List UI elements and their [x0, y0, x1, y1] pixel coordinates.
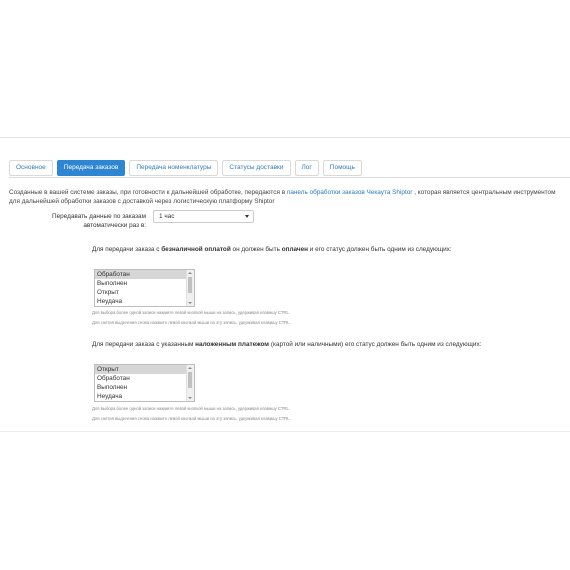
cashless-status-listbox[interactable]: Обработан Выполнен Открыт Неудача [94, 269, 195, 307]
scroll-down-icon[interactable] [188, 397, 192, 399]
tab-nomenclature-transfer[interactable]: Передача номенклатуры [129, 160, 219, 176]
cashless-hint-select: Для выбора более одной записи нажмите ле… [92, 310, 291, 315]
cashless-hint-deselect: Для снятия выделения снова нажмите левой… [92, 320, 291, 325]
cod-status-listbox[interactable]: Открыт Обработан Выполнен Неудача [94, 364, 195, 402]
tab-delivery-statuses[interactable]: Статусы доставки [222, 160, 291, 176]
cod-hint-deselect: Для снятия выделения снова нажмите левой… [92, 416, 291, 421]
description-text: Созданные в вашей системе заказы, при го… [9, 188, 565, 206]
cashless-text-3: и его статус должен быть одним из следую… [308, 246, 452, 253]
list-item[interactable]: Неудача [95, 392, 187, 401]
tab-help[interactable]: Помощь [322, 160, 362, 176]
tab-basic[interactable]: Основное [9, 160, 53, 176]
tab-bar: Основное Передача заказов Передача номен… [9, 160, 362, 176]
list-item[interactable]: Выполнен [95, 383, 187, 392]
panel-divider [0, 431, 570, 432]
list-item[interactable]: Открыт [95, 365, 187, 374]
transfer-interval-select[interactable]: 1 час [153, 210, 254, 223]
cashless-bold-paid: оплачен [281, 246, 309, 253]
list-item[interactable]: Открыт [95, 288, 187, 297]
list-item[interactable]: Выполнен [95, 279, 187, 288]
scroll-up-icon[interactable] [188, 367, 192, 369]
cashless-text-1: Для передачи заказа с [92, 246, 162, 253]
scrollbar[interactable] [186, 365, 194, 401]
cod-hint-select: Для выбора более одной записи нажмите ле… [92, 406, 291, 411]
cod-condition-text: Для передачи заказа с указанным наложенн… [92, 340, 481, 349]
tab-log[interactable]: Лог [294, 160, 319, 176]
scroll-thumb[interactable] [188, 372, 192, 388]
scrollbar[interactable] [186, 270, 194, 306]
transfer-interval-label: Передавать данные по заказам автоматичес… [51, 213, 146, 229]
description-start: Созданные в вашей системе заказы, при го… [9, 189, 286, 196]
chevron-down-icon [245, 215, 249, 218]
cashless-bold-payment: безналичной оплатой [161, 246, 231, 253]
tab-order-transfer[interactable]: Передача заказов [56, 160, 126, 176]
tab-divider [9, 177, 570, 178]
cod-text-2: (картой или наличными) его статус должен… [269, 341, 482, 348]
list-item[interactable]: Неудача [95, 297, 187, 306]
cashless-text-2: он должен быть [230, 246, 282, 253]
cod-bold-payment: наложенным платежом [195, 341, 270, 348]
cod-text-1: Для передачи заказа с указанным [92, 341, 196, 348]
transfer-interval-value: 1 час [159, 213, 175, 220]
checkout-panel-link[interactable]: панель обработки заказов Чекаута Shiptor [287, 189, 413, 196]
cashless-condition-text: Для передачи заказа с безналичной оплато… [92, 245, 452, 254]
scroll-up-icon[interactable] [188, 272, 192, 274]
settings-panel [0, 137, 570, 432]
scroll-thumb[interactable] [188, 277, 192, 293]
scroll-down-icon[interactable] [188, 302, 192, 304]
list-item[interactable]: Обработан [95, 270, 187, 279]
list-item[interactable]: Обработан [95, 374, 187, 383]
